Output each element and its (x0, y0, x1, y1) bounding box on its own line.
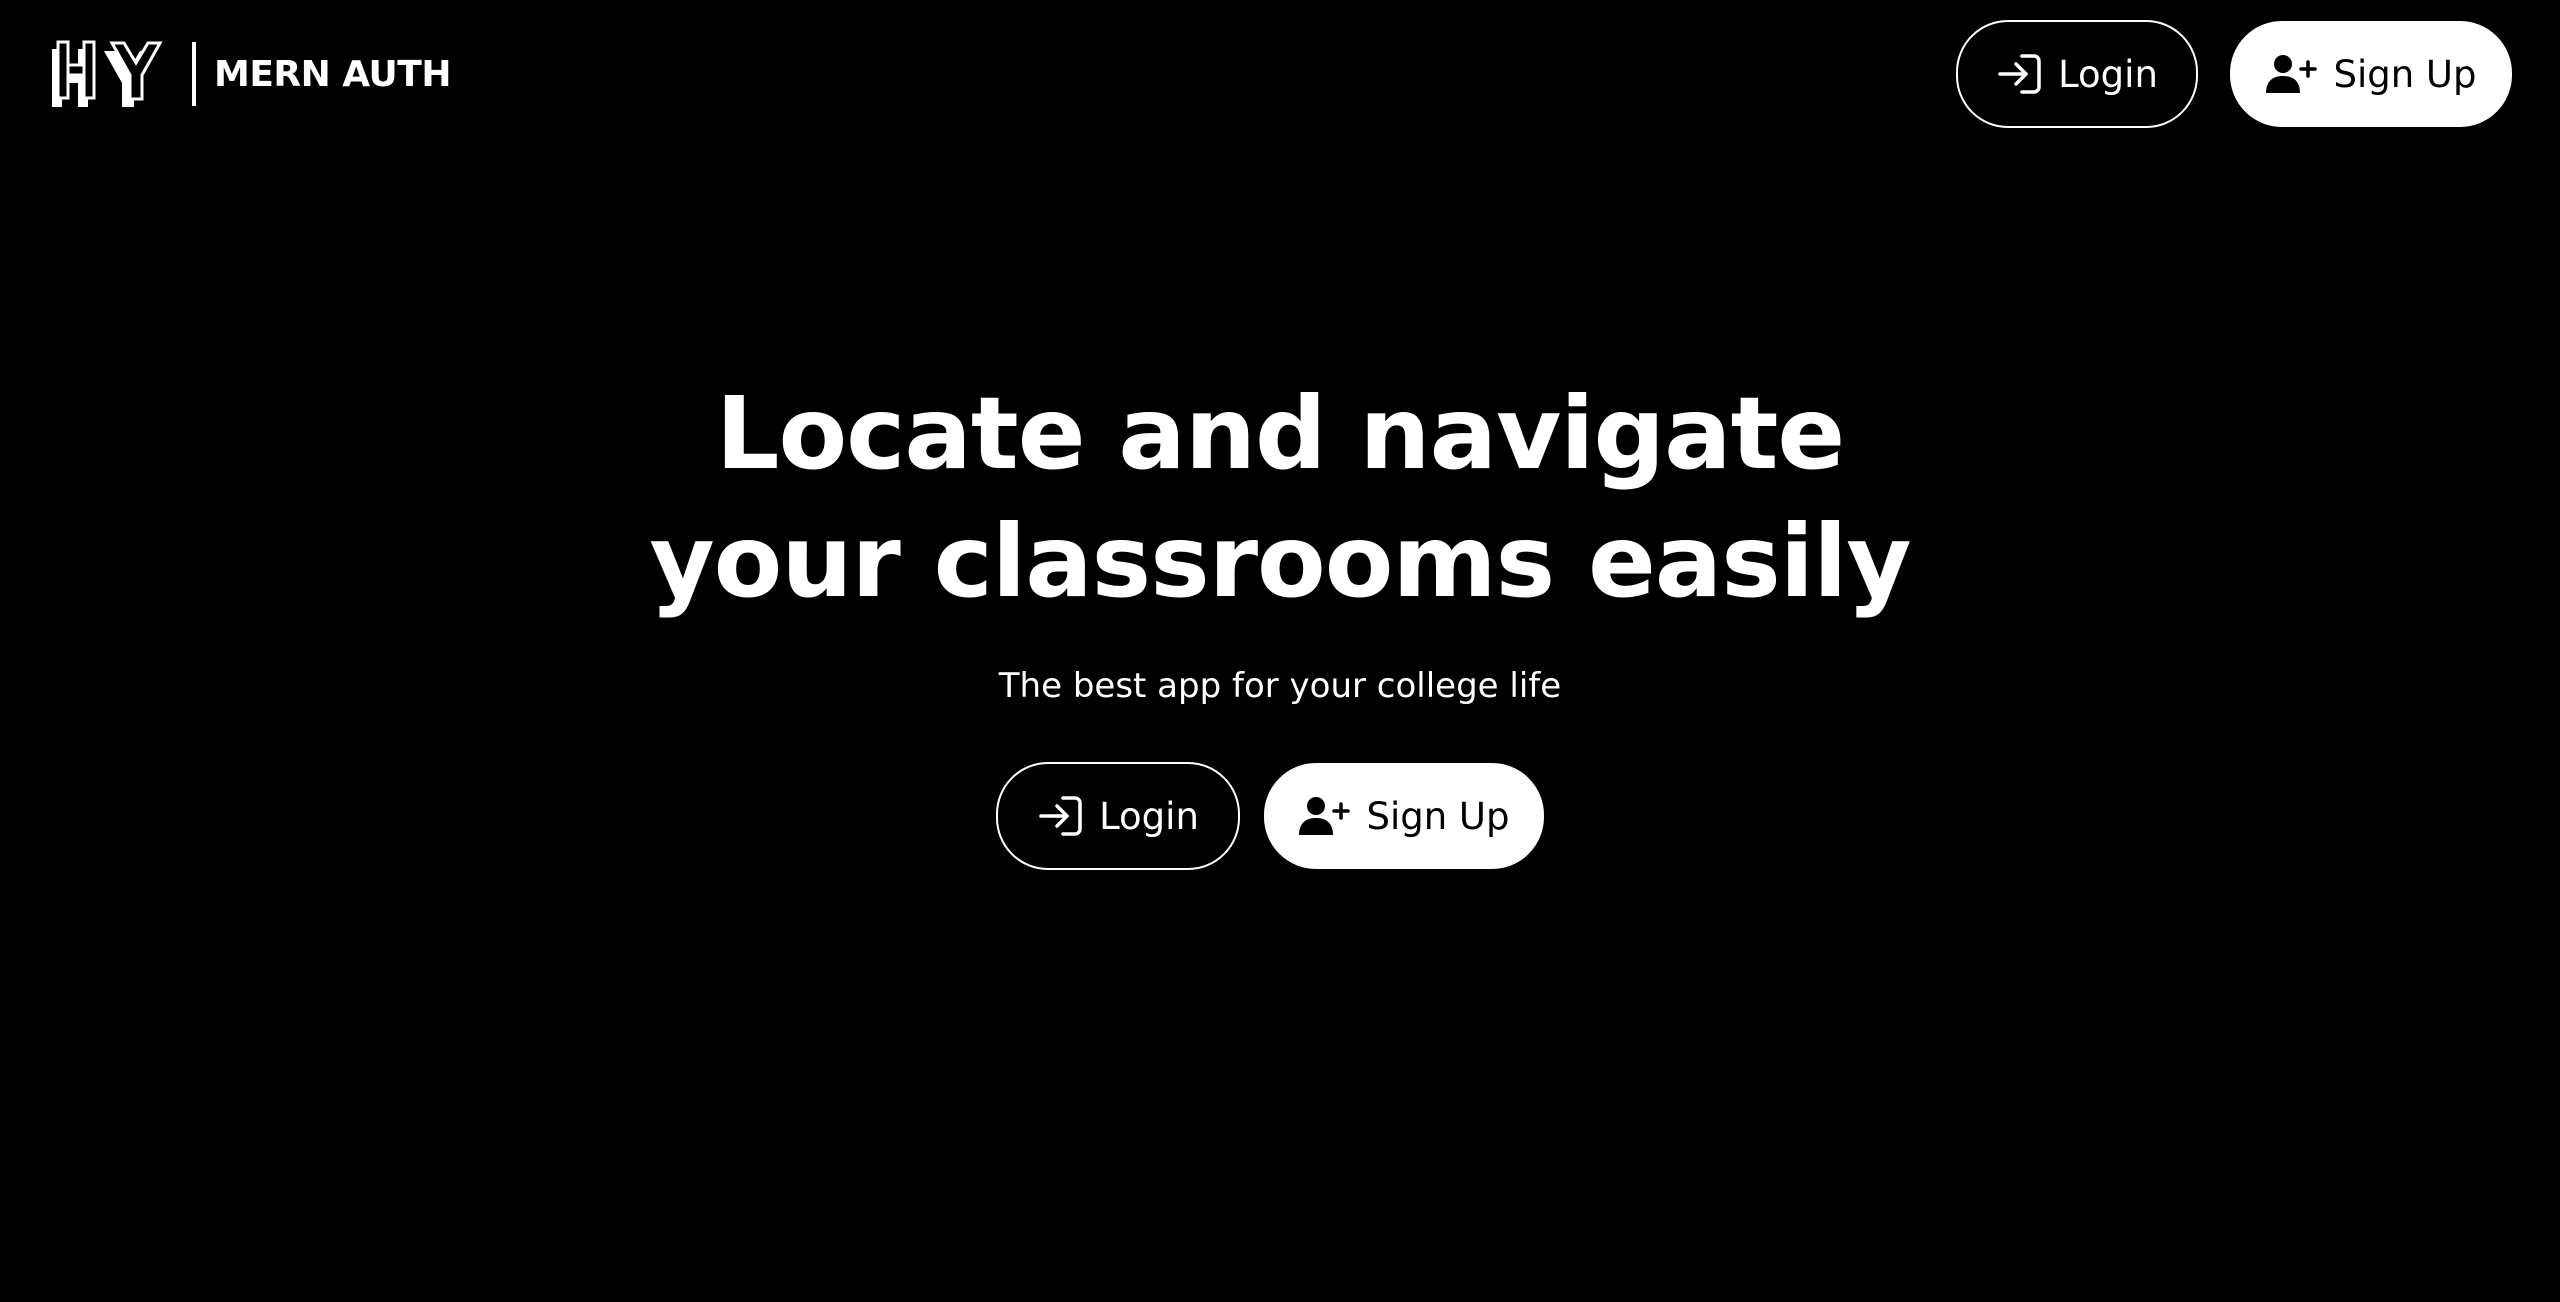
brand-divider (192, 42, 196, 106)
hero-signup-button[interactable]: Sign Up (1264, 763, 1544, 869)
hero-signup-label: Sign Up (1366, 794, 1510, 838)
header-signup-button[interactable]: Sign Up (2230, 21, 2512, 127)
hero-subtitle: The best app for your college life (998, 666, 1562, 706)
hy-logo-icon (52, 40, 163, 107)
login-icon (1996, 53, 2042, 95)
hero-login-button[interactable]: Login (996, 762, 1240, 870)
hero-login-label: Login (1099, 794, 1199, 838)
header-login-label: Login (2058, 52, 2158, 96)
header-actions: Login Sign Up (1956, 20, 2512, 128)
hero-title-line-2: your classrooms easily (649, 503, 1911, 620)
hero-title: Locate and navigate your classrooms easi… (0, 370, 2560, 626)
page: MERN AUTH Login Sign Up Locate and navig… (0, 0, 2560, 1302)
hero-actions: Login Sign Up (0, 762, 2560, 870)
hero-title-line-1: Locate and navigate (715, 375, 1846, 492)
hero-section: Locate and navigate your classrooms easi… (0, 370, 2560, 870)
brand[interactable]: MERN AUTH (50, 38, 451, 110)
user-plus-icon (2265, 53, 2318, 95)
login-icon (1037, 795, 1083, 837)
brand-name: MERN AUTH (214, 53, 451, 95)
header-login-button[interactable]: Login (1956, 20, 2198, 128)
user-plus-icon (1298, 795, 1351, 837)
header-signup-label: Sign Up (2333, 52, 2477, 96)
